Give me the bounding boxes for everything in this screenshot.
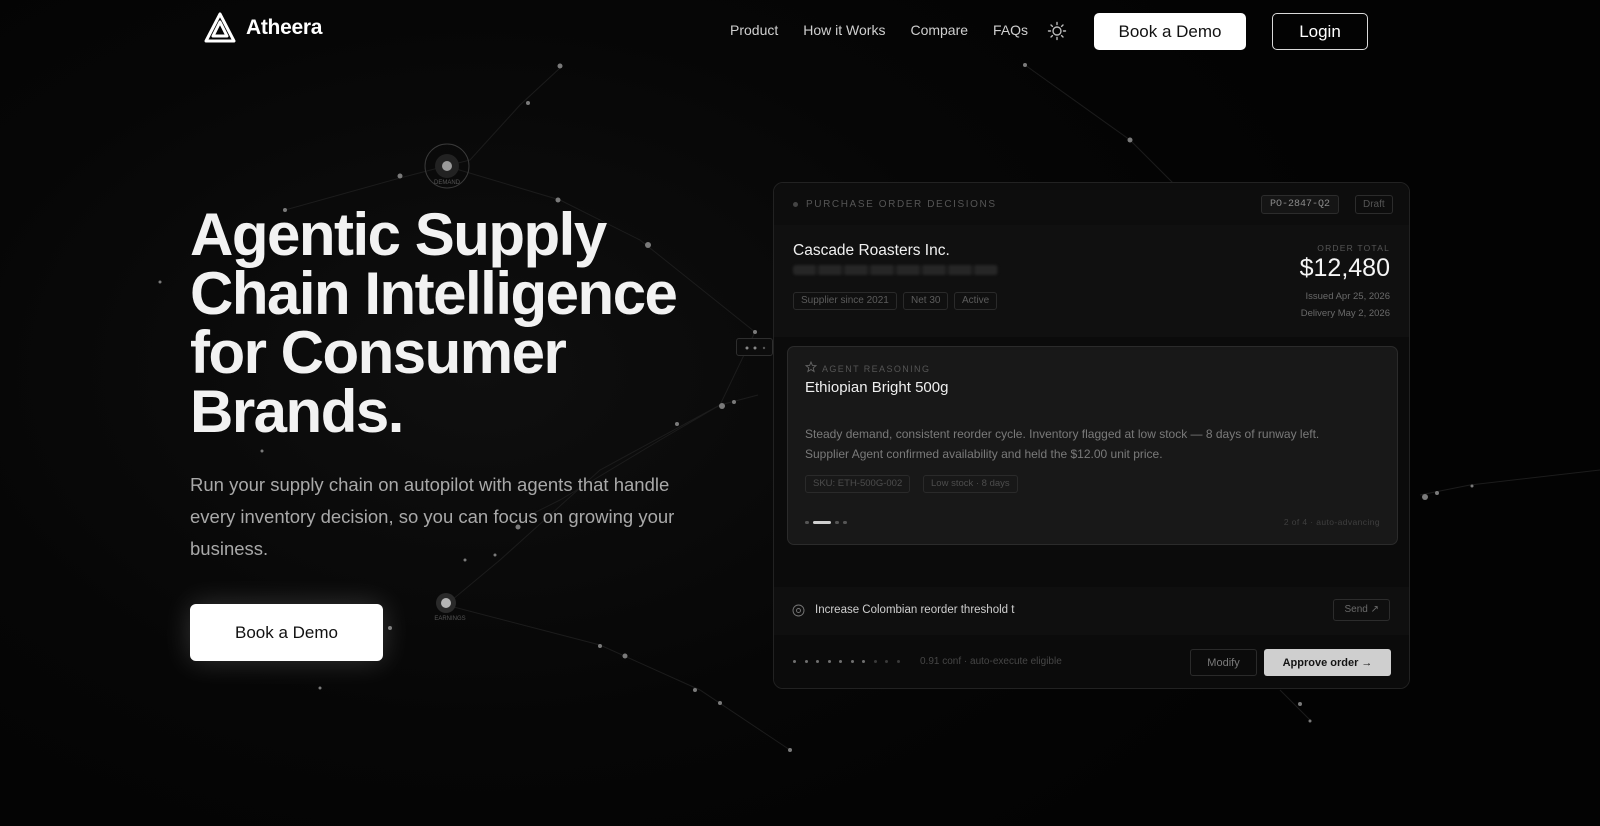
node-label-earnings: EARNINGS bbox=[434, 616, 465, 622]
confidence-meter bbox=[793, 660, 900, 663]
supplier-tag-since: Supplier since 2021 bbox=[793, 292, 897, 310]
brand-name: Atheera bbox=[246, 16, 323, 39]
nav-book-demo-button[interactable]: Book a Demo bbox=[1094, 13, 1246, 50]
issued-date: Issued Apr 25, 2026 bbox=[1305, 291, 1390, 302]
card-header: PURCHASE ORDER DECISIONS PO-2847-Q2 Draf… bbox=[774, 183, 1409, 225]
hero-title-line-3: for Consumer bbox=[190, 319, 567, 386]
reasoning-text: Steady demand, consistent reorder cycle.… bbox=[805, 427, 1320, 461]
reasoning-item-title: Ethiopian Bright 500g bbox=[805, 379, 949, 396]
login-button[interactable]: Login bbox=[1272, 13, 1368, 50]
nav-link-how-it-works[interactable]: How it Works bbox=[803, 22, 885, 38]
confidence-dot bbox=[850, 660, 854, 663]
supplier-address-redacted bbox=[793, 265, 998, 275]
send-button[interactable]: Send ↗ bbox=[1333, 599, 1390, 621]
agent-sparkle-icon bbox=[792, 604, 805, 617]
star-icon bbox=[805, 361, 817, 373]
agent-reasoning-label: AGENT REASONING bbox=[822, 364, 931, 374]
po-number-badge: PO-2847-Q2 bbox=[1261, 195, 1340, 214]
pager-status-text: 2 of 4 · auto-advancing bbox=[1283, 517, 1380, 527]
status-badge: Draft bbox=[1355, 195, 1393, 214]
card-header-label: PURCHASE ORDER DECISIONS bbox=[806, 199, 997, 210]
supplier-tag-terms: Net 30 bbox=[903, 292, 949, 310]
purchase-order-card: PURCHASE ORDER DECISIONS PO-2847-Q2 Draf… bbox=[773, 182, 1410, 689]
floating-node-chip bbox=[736, 338, 773, 356]
supplier-name: Cascade Roasters Inc. bbox=[793, 242, 950, 259]
delivery-date: Delivery May 2, 2026 bbox=[1300, 308, 1390, 319]
command-input[interactable]: Increase Colombian reorder threshold t bbox=[815, 604, 1014, 616]
hero-title: Agentic Supply Chain Intelligence for Co… bbox=[190, 205, 730, 442]
atheera-logo-icon bbox=[204, 12, 236, 43]
order-total-label: ORDER TOTAL bbox=[1317, 243, 1390, 253]
confidence-text: 0.91 conf · auto-execute eligible bbox=[920, 656, 1062, 667]
hero-title-line-2: Chain Intelligence bbox=[190, 260, 678, 327]
top-navigation: Atheera Product How it Works Compare FAQ… bbox=[0, 0, 1600, 62]
confidence-dot bbox=[885, 660, 888, 663]
brand-logo[interactable]: Atheera bbox=[201, 10, 322, 46]
approve-order-button[interactable]: Approve order → bbox=[1264, 649, 1391, 676]
pager-dot-1[interactable] bbox=[805, 521, 809, 524]
confidence-dot bbox=[827, 660, 831, 663]
pager-dot-4[interactable] bbox=[843, 521, 847, 524]
confidence-dot bbox=[793, 660, 796, 663]
sku-tag: SKU: ETH-500G-002 bbox=[805, 475, 911, 493]
confidence-dot bbox=[896, 660, 900, 663]
confidence-dot bbox=[862, 660, 865, 663]
sun-icon[interactable] bbox=[1047, 21, 1067, 41]
nav-links: Product How it Works Compare FAQs bbox=[730, 22, 1053, 38]
supplier-block: Cascade Roasters Inc. Supplier since 202… bbox=[774, 225, 1409, 337]
pager-dot-2[interactable] bbox=[813, 521, 831, 524]
status-dot-icon bbox=[793, 202, 798, 207]
hero-title-line-1: Agentic Supply bbox=[190, 201, 607, 268]
reasoning-pager[interactable] bbox=[805, 521, 847, 524]
modify-button[interactable]: Modify bbox=[1190, 649, 1257, 676]
hero-title-line-4: Brands. bbox=[190, 378, 404, 445]
confidence-dot bbox=[804, 660, 808, 663]
supplier-tag-status: Active bbox=[954, 292, 998, 310]
nav-link-product[interactable]: Product bbox=[730, 22, 778, 38]
hero-subtitle: Run your supply chain on autopilot with … bbox=[190, 474, 675, 559]
stock-tag: Low stock · 8 days bbox=[923, 475, 1018, 493]
confidence-dot bbox=[839, 660, 842, 663]
nav-link-faqs[interactable]: FAQs bbox=[993, 22, 1028, 38]
confidence-dot bbox=[873, 660, 877, 663]
nav-link-compare[interactable]: Compare bbox=[910, 22, 968, 38]
hero-book-demo-button[interactable]: Book a Demo bbox=[190, 604, 383, 661]
pager-dot-3[interactable] bbox=[835, 521, 839, 524]
agent-reasoning-panel: AGENT REASONING Ethiopian Bright 500g St… bbox=[787, 346, 1398, 545]
command-row: Increase Colombian reorder threshold t S… bbox=[774, 587, 1409, 635]
card-footer: 0.91 conf · auto-execute eligible Modify… bbox=[774, 635, 1409, 688]
order-total-value: $12,480 bbox=[1299, 254, 1390, 282]
node-label-demand: DEMAND bbox=[434, 180, 461, 186]
confidence-dot bbox=[816, 660, 819, 663]
